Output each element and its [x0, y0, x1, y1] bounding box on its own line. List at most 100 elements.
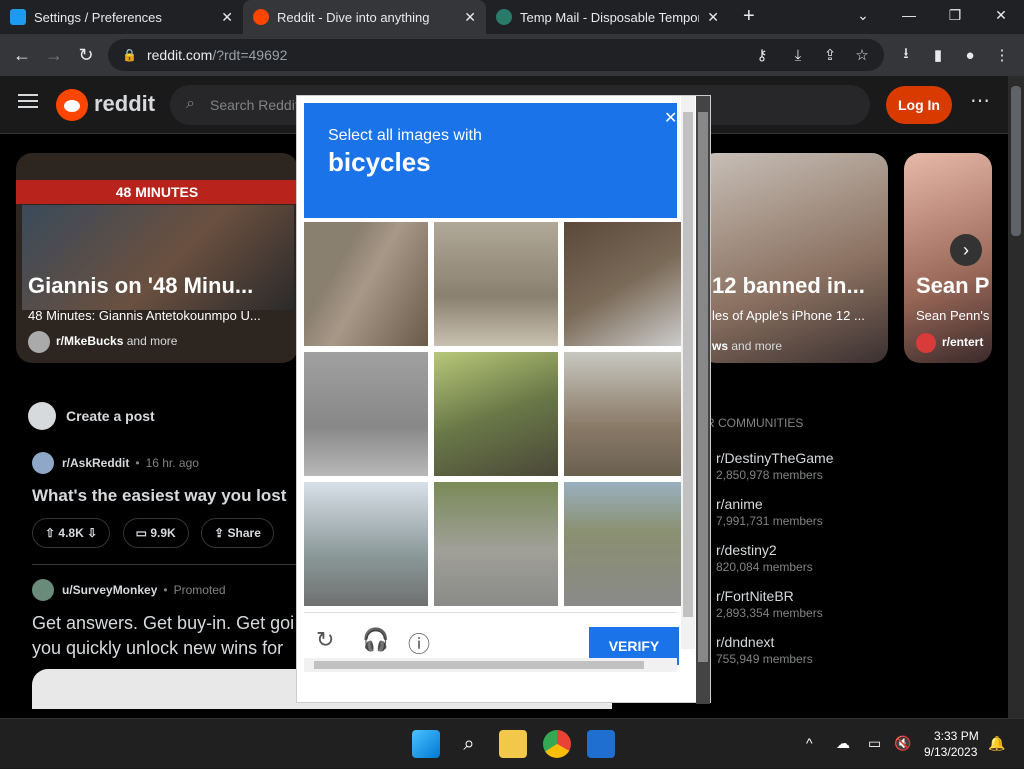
- card-headline: Sean P: [916, 273, 990, 298]
- vote-pill[interactable]: ⇧ 4.8K ⇩: [32, 518, 111, 548]
- info-icon[interactable]: ⓘ: [408, 627, 430, 659]
- carousel-next-button[interactable]: ›: [950, 234, 982, 266]
- photos-icon[interactable]: [587, 730, 615, 758]
- post-subreddit[interactable]: r/AskReddit: [62, 456, 129, 470]
- captcha-tile[interactable]: [304, 222, 428, 346]
- reload-button[interactable]: ↻: [70, 45, 102, 66]
- captcha-close-icon[interactable]: ✕: [664, 108, 677, 128]
- scrollbar-thumb[interactable]: [314, 661, 644, 669]
- new-tab-button[interactable]: +: [743, 5, 755, 28]
- captcha-tile[interactable]: [564, 352, 688, 476]
- notifications-icon[interactable]: 🔔: [988, 735, 1005, 752]
- communities-header: R COMMUNITIES: [706, 416, 804, 430]
- tab-temp-mail[interactable]: Temp Mail - Disposable Tempora ✕: [486, 0, 729, 34]
- captcha-h-scrollbar[interactable]: [304, 658, 677, 672]
- comments-button[interactable]: ▭ 9.9K: [122, 518, 189, 548]
- close-window-button[interactable]: ✕: [978, 0, 1024, 34]
- community-members: 755,949 members: [716, 652, 813, 666]
- card-source: r/entert: [916, 333, 983, 353]
- system-tray: ^ ☁ ▭ 🔇 3:33 PM 9/13/2023 🔔: [800, 719, 1010, 769]
- side-panel-icon[interactable]: ▮: [922, 46, 954, 64]
- share-button[interactable]: ⇪ Share: [201, 518, 274, 548]
- community-name[interactable]: r/dndnext: [716, 634, 996, 650]
- hamburger-menu-icon[interactable]: [18, 94, 38, 108]
- menu-icon[interactable]: ⋮: [986, 46, 1018, 64]
- captcha-footer: ↻ 🎧 ⓘ VERIFY: [304, 612, 679, 665]
- url-path: /?rdt=49692: [212, 47, 288, 63]
- install-icon[interactable]: ⤓: [782, 47, 814, 64]
- close-tab-icon[interactable]: ✕: [221, 9, 233, 26]
- card-subreddit[interactable]: r/entert: [942, 335, 983, 349]
- vote-count: 4.8K: [58, 526, 84, 540]
- file-explorer-icon[interactable]: [499, 730, 527, 758]
- close-tab-icon[interactable]: ✕: [464, 9, 476, 26]
- video-banner: 48 MINUTES: [16, 180, 298, 204]
- captcha-tile[interactable]: [304, 482, 428, 606]
- popular-communities: R COMMUNITIES r/DestinyTheGame 2,850,978…: [706, 416, 996, 680]
- share-icon[interactable]: ⇪: [814, 46, 846, 64]
- community-name[interactable]: r/anime: [716, 496, 996, 512]
- key-icon[interactable]: ⚷: [746, 46, 778, 64]
- community-name[interactable]: r/DestinyTheGame: [716, 450, 996, 466]
- restore-button[interactable]: ❐: [932, 0, 978, 34]
- upvote-icon[interactable]: ⇧: [45, 526, 55, 540]
- search-icon: ⌕: [186, 95, 195, 112]
- volume-muted-icon[interactable]: 🔇: [894, 735, 911, 752]
- scrollbar-thumb[interactable]: [698, 112, 708, 662]
- taskbar-search-icon[interactable]: ⌕: [455, 730, 483, 758]
- tab-search-icon[interactable]: ⌄: [840, 0, 886, 34]
- login-button[interactable]: Log In: [886, 86, 952, 124]
- audio-headphones-icon[interactable]: 🎧: [362, 627, 389, 653]
- tab-settings[interactable]: Settings / Preferences ✕: [0, 0, 243, 34]
- scrollbar-thumb[interactable]: [1011, 86, 1021, 236]
- dot-separator: •: [163, 583, 168, 597]
- show-hidden-icons[interactable]: ^: [806, 735, 813, 751]
- community-name[interactable]: r/destiny2: [716, 542, 996, 558]
- scrollbar-thumb[interactable]: [683, 112, 693, 617]
- card-subtitle: Sean Penn's: [916, 308, 990, 323]
- windows-start-icon[interactable]: [412, 730, 440, 758]
- star-icon[interactable]: ☆: [846, 46, 878, 64]
- clock-date[interactable]: 9/13/2023: [924, 745, 977, 759]
- reddit-wordmark[interactable]: reddit: [94, 91, 155, 117]
- reload-icon[interactable]: ↻: [316, 627, 334, 653]
- captcha-tile[interactable]: [434, 222, 558, 346]
- card-source: ws and more: [712, 339, 782, 353]
- community-name[interactable]: r/FortNiteBR: [716, 588, 996, 604]
- tab-reddit[interactable]: Reddit - Dive into anything ✕: [243, 0, 486, 34]
- more-options-icon[interactable]: ⋯: [970, 88, 990, 113]
- surveymonkey-avatar: [32, 579, 54, 601]
- overlay-outer-scrollbar[interactable]: [696, 96, 710, 704]
- profile-icon[interactable]: ●: [954, 47, 986, 64]
- dot-separator: •: [135, 456, 140, 470]
- community-members: 7,991,731 members: [716, 514, 823, 528]
- captcha-tile[interactable]: [564, 482, 688, 606]
- network-icon[interactable]: ▭: [868, 735, 881, 752]
- card-subreddit[interactable]: ws: [712, 339, 728, 353]
- card-subreddit[interactable]: r/MkeBucks: [56, 334, 123, 348]
- promoted-label: Promoted: [173, 583, 226, 597]
- back-button[interactable]: ←: [6, 45, 38, 66]
- comment-icon: ▭: [135, 526, 147, 540]
- close-tab-icon[interactable]: ✕: [707, 9, 719, 26]
- captcha-tile[interactable]: [434, 482, 558, 606]
- captcha-tile[interactable]: [304, 352, 428, 476]
- trending-card[interactable]: 48 MINUTES Giannis on '48 Minu... 48 Min…: [16, 153, 298, 363]
- captcha-tile[interactable]: [564, 222, 688, 346]
- onedrive-icon[interactable]: ☁: [836, 735, 850, 752]
- captcha-v-scrollbar[interactable]: [681, 96, 695, 649]
- clock-time[interactable]: 3:33 PM: [934, 729, 979, 743]
- captcha-instruction: Select all images with: [328, 127, 482, 144]
- share-icon: ⇪: [214, 526, 225, 540]
- post-author[interactable]: u/SurveyMonkey: [62, 583, 157, 597]
- downvote-icon[interactable]: ⇩: [87, 526, 97, 540]
- community-members: 820,084 members: [716, 560, 813, 574]
- captcha-tile[interactable]: [434, 352, 558, 476]
- reddit-logo-icon[interactable]: [56, 89, 88, 121]
- download-icon[interactable]: ⭳: [890, 43, 922, 68]
- forward-button[interactable]: →: [38, 45, 70, 66]
- chrome-icon[interactable]: [543, 730, 571, 758]
- trending-card[interactable]: 12 banned in... les of Apple's iPhone 12…: [700, 153, 888, 363]
- minimize-button[interactable]: —: [886, 0, 932, 34]
- page-scrollbar[interactable]: [1008, 76, 1024, 718]
